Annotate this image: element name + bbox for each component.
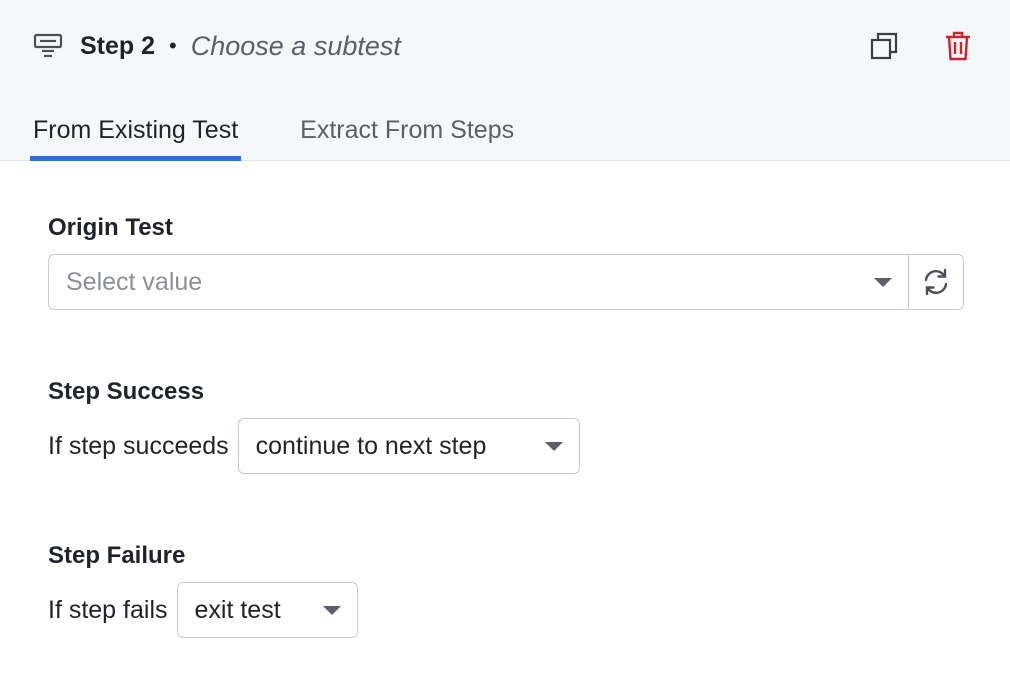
caret-down-icon — [544, 441, 563, 451]
if-step-fails-label: If step fails — [48, 595, 168, 624]
caret-down-icon — [322, 605, 341, 615]
origin-test-title: Origin Test — [48, 214, 173, 241]
tab-bar: From Existing Test Extract From Steps — [30, 101, 573, 161]
origin-test-select[interactable]: Select value — [49, 255, 908, 309]
duplicate-icon[interactable] — [868, 30, 900, 62]
trash-icon[interactable] — [942, 30, 974, 62]
step-failure-row: If step fails exit test — [48, 582, 358, 638]
origin-test-select-group: Select value — [48, 254, 964, 310]
if-step-succeeds-label: If step succeeds — [48, 431, 229, 460]
step-subtitle: Choose a subtest — [190, 30, 401, 61]
step-failure-title: Step Failure — [48, 542, 186, 569]
success-action-select[interactable]: continue to next step — [237, 418, 580, 474]
refresh-button[interactable] — [908, 255, 963, 309]
caret-down-icon — [874, 277, 892, 287]
tab-extract-from-steps[interactable]: Extract From Steps — [297, 101, 517, 161]
title-actions — [868, 30, 974, 62]
failure-action-value: exit test — [194, 595, 281, 624]
step-success-row: If step succeeds continue to next step — [48, 418, 580, 474]
failure-action-select[interactable]: exit test — [176, 582, 358, 638]
refresh-icon — [922, 268, 950, 296]
title-separator: • — [169, 33, 177, 58]
title-row: Step 2 • Choose a subtest — [32, 26, 974, 66]
step-header: Step 2 • Choose a subtest From Existing … — [0, 0, 1010, 161]
step-label: Step 2 — [80, 31, 156, 60]
step-success-title: Step Success — [48, 378, 205, 405]
origin-test-placeholder: Select value — [66, 267, 203, 296]
subtest-step-panel: Step 2 • Choose a subtest From Existing … — [0, 0, 1010, 700]
tab-from-existing-test[interactable]: From Existing Test — [30, 101, 242, 161]
subtest-icon — [32, 32, 64, 60]
success-action-value: continue to next step — [255, 431, 487, 460]
